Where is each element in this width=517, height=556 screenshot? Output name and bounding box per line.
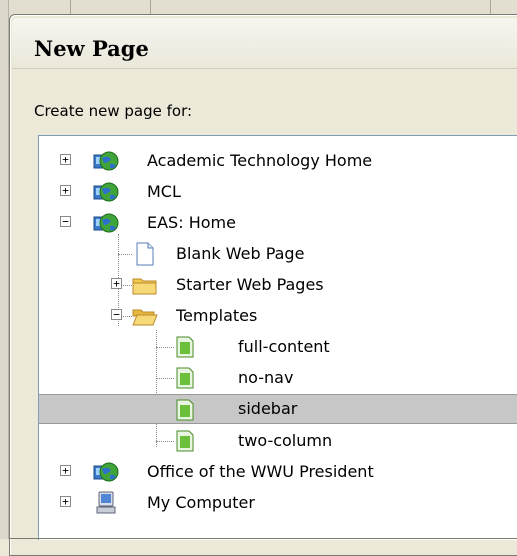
template-page-icon (176, 336, 194, 358)
tree-item-blank-web-page[interactable]: Blank Web Page (39, 239, 517, 269)
tree-item-my-computer[interactable]: + My Computer (39, 488, 517, 518)
template-page-icon (176, 399, 194, 421)
tree-item-mcl[interactable]: + MCL (39, 177, 517, 207)
web-site-globe-icon (93, 462, 119, 482)
tree-item-label: MCL (147, 182, 181, 201)
expand-toggle[interactable]: + (60, 465, 71, 476)
tree-item-templates[interactable]: − Templates (39, 301, 517, 331)
tree-item-no-nav[interactable]: no-nav (39, 363, 517, 393)
my-computer-icon (96, 491, 116, 514)
create-new-page-prompt: Create new page for: (34, 102, 193, 120)
dialog-title: New Page (34, 36, 149, 61)
expand-toggle[interactable]: + (60, 154, 71, 165)
tree-item-sidebar[interactable]: sidebar (39, 394, 517, 424)
site-tree-view[interactable]: + Academic Technology Home + MCL − EAS: … (38, 135, 517, 540)
web-site-globe-icon (93, 151, 119, 171)
tree-item-label: Blank Web Page (176, 244, 305, 263)
blank-page-icon (136, 242, 154, 266)
template-page-icon (176, 430, 194, 452)
tree-item-eas-home[interactable]: − EAS: Home (39, 208, 517, 238)
tree-item-label: two-column (238, 431, 333, 450)
tree-item-label: Office of the WWU President (147, 462, 374, 481)
web-site-globe-icon (93, 182, 119, 202)
collapse-toggle[interactable]: − (111, 309, 122, 320)
expand-toggle[interactable]: + (60, 496, 71, 507)
folder-icon (132, 278, 157, 295)
tree-item-label: full-content (238, 337, 330, 356)
tree-item-starter-web-pages[interactable]: + Starter Web Pages (39, 270, 517, 300)
template-page-icon (176, 367, 194, 389)
tree-item-full-content[interactable]: full-content (39, 332, 517, 362)
background-window-edge (0, 0, 9, 539)
tree-item-label: Starter Web Pages (176, 275, 324, 294)
tree-item-label: Templates (176, 306, 258, 325)
web-site-globe-icon (93, 213, 119, 233)
tree-item-label: no-nav (238, 368, 294, 387)
tree-item-label: My Computer (147, 493, 255, 512)
tree-item-academic-technology-home[interactable]: + Academic Technology Home (39, 146, 517, 176)
tree-item-label: sidebar (238, 399, 298, 418)
expand-toggle[interactable]: + (60, 185, 71, 196)
folder-open-icon (132, 309, 158, 326)
expand-toggle[interactable]: + (111, 278, 122, 289)
tree-item-label: Academic Technology Home (147, 151, 373, 170)
collapse-toggle[interactable]: − (60, 216, 71, 227)
tree-item-label: EAS: Home (147, 213, 236, 232)
tree-item-two-column[interactable]: two-column (39, 426, 517, 456)
tree-item-office-of-wwu-president[interactable]: + Office of the WWU President (39, 457, 517, 487)
